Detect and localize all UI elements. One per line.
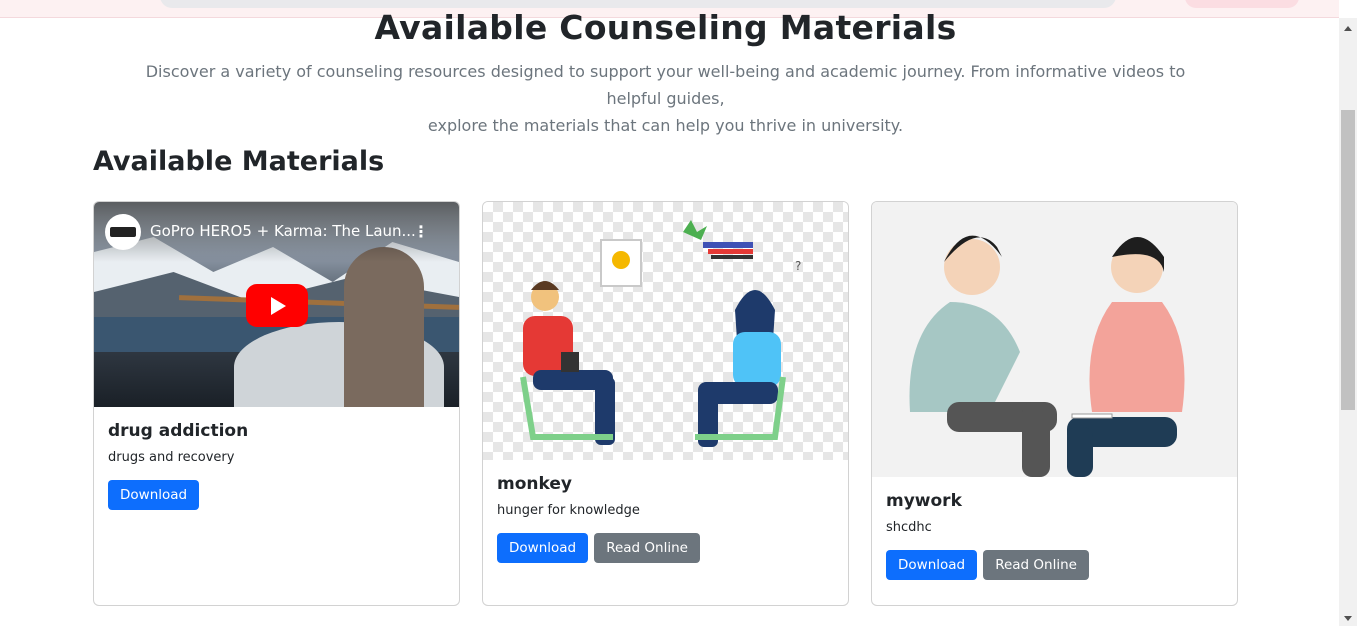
material-card: GoPro HERO5 + Karma: The Laun... ⋮ drug …: [93, 201, 460, 606]
youtube-video-embed[interactable]: GoPro HERO5 + Karma: The Laun... ⋮: [94, 202, 459, 407]
read-online-button[interactable]: Read Online: [594, 533, 700, 563]
subtitle-line-1: Discover a variety of counseling resourc…: [145, 62, 1186, 108]
scroll-down-icon[interactable]: [1344, 616, 1352, 621]
subtitle-line-2: explore the materials that can help you …: [427, 116, 904, 135]
section-title: Available Materials: [93, 146, 385, 177]
person: [344, 247, 424, 407]
material-card: mywork shcdhc Download Read Online: [871, 201, 1238, 606]
read-online-button[interactable]: Read Online: [983, 550, 1089, 580]
card-title: drug addiction: [108, 421, 249, 441]
download-button[interactable]: Download: [497, 533, 589, 563]
card-description: shcdhc: [886, 520, 932, 535]
card-description: drugs and recovery: [108, 450, 235, 465]
material-card: ? monkey hunger for knowledge Download R…: [482, 201, 849, 606]
page-subtitle: Discover a variety of counseling resourc…: [118, 58, 1213, 139]
page-scrollbar[interactable]: [1339, 18, 1357, 626]
scroll-up-icon[interactable]: [1344, 26, 1352, 31]
scrollbar-thumb[interactable]: [1341, 110, 1355, 410]
search-input[interactable]: [160, 0, 1116, 8]
counseling-illustration-art: [872, 202, 1237, 477]
download-button[interactable]: Download: [886, 550, 978, 580]
counseling-illustration: [872, 202, 1237, 477]
card-title: mywork: [886, 491, 962, 511]
counseling-illustration: ?: [483, 202, 848, 460]
play-button-icon[interactable]: [246, 284, 308, 327]
page-title: Available Counseling Materials: [374, 8, 957, 47]
card-title: monkey: [497, 474, 572, 494]
channel-avatar[interactable]: [105, 214, 141, 250]
more-options-icon[interactable]: ⋮: [413, 222, 429, 241]
download-button[interactable]: Download: [108, 480, 200, 510]
video-title[interactable]: GoPro HERO5 + Karma: The Laun...: [150, 222, 416, 240]
nav-action-button[interactable]: [1185, 0, 1299, 8]
svg-text:?: ?: [795, 259, 801, 273]
counseling-illustration-art: ?: [520, 220, 801, 447]
card-description: hunger for knowledge: [497, 503, 640, 518]
